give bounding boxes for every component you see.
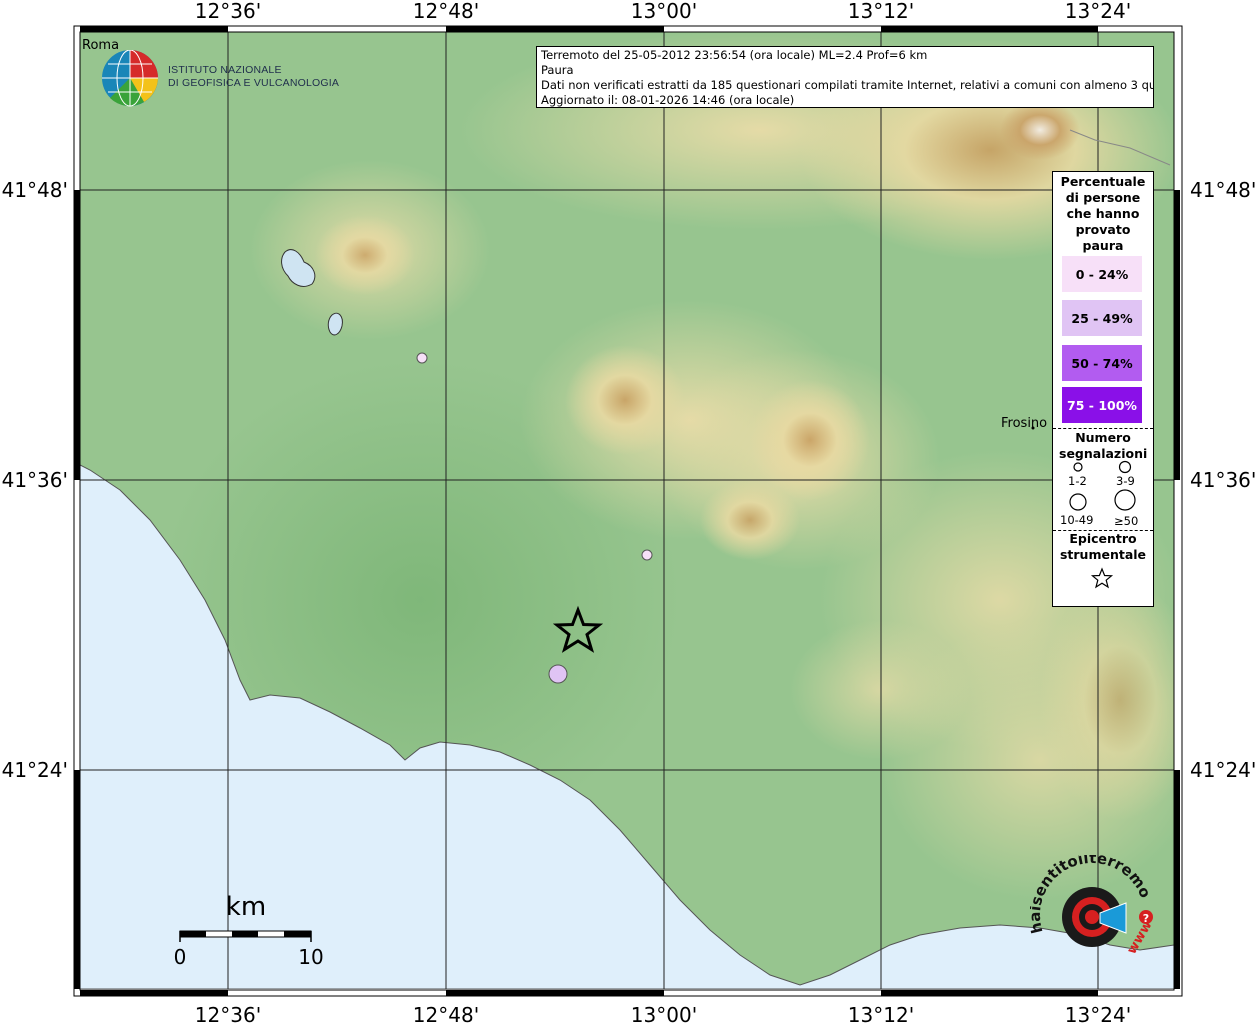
- place-frosinone: Frosino: [1001, 416, 1047, 431]
- lon-label: 12°48': [413, 0, 479, 23]
- count-label: 3-9: [1116, 474, 1135, 488]
- count-symbol-small: [1073, 462, 1083, 472]
- lon-label: 12°36': [195, 1003, 261, 1024]
- lat-label: 41°48': [1190, 178, 1255, 202]
- lon-label: 13°24': [1065, 1003, 1131, 1024]
- epicenter-legend-star-icon: [1090, 567, 1114, 589]
- lat-label: 41°24': [2, 758, 68, 782]
- scale-bar-segment: [180, 931, 206, 937]
- lon-labels-top: 12°36' 12°48' 13°00' 13°12' 13°24': [195, 0, 1131, 23]
- scale-start: 0: [174, 945, 187, 969]
- ingv-logo-text: ISTITUTO NAZIONALE DI GEOFISICA E VULCAN…: [168, 64, 339, 90]
- intensity-point: [641, 549, 653, 561]
- frame-bar: [1174, 770, 1180, 989]
- terrain-mountains-ernici-south: [700, 480, 800, 560]
- legend: Percentuale di persone che hanno provato…: [1052, 171, 1154, 607]
- scale-unit: km: [226, 892, 266, 922]
- lat-label: 41°24': [1190, 758, 1255, 782]
- count-label: ≥50: [1114, 514, 1139, 528]
- legend-class-label: 0 - 24%: [1075, 266, 1129, 282]
- scale-bar-segment: [232, 931, 258, 937]
- legend-class-3: 75 - 100%: [1062, 387, 1142, 423]
- epicenter-title: Epicentro strumentale: [1059, 531, 1147, 562]
- lat-label: 41°48': [2, 178, 68, 202]
- legend-separator: [1053, 428, 1153, 429]
- frame-bar: [446, 26, 664, 32]
- lon-label: 13°12': [848, 1003, 914, 1024]
- hai-sentito-logo: haisentitoilterremoto.it www ?: [1030, 855, 1155, 957]
- question-mark: ?: [1143, 912, 1149, 925]
- intensity-point: [416, 352, 428, 364]
- terrain-mountains-ernici: [750, 380, 870, 500]
- frame-bar: [74, 770, 80, 989]
- legend-class-1: 25 - 49%: [1062, 300, 1142, 336]
- frame-bar: [74, 190, 80, 480]
- frame-bar: [881, 990, 1098, 996]
- lon-label: 12°48': [413, 1003, 479, 1024]
- lon-label: 12°36': [195, 0, 261, 23]
- legend-class-2: 50 - 74%: [1062, 345, 1142, 381]
- count-symbol-xlarge: [1114, 489, 1136, 511]
- updated-at: Aggiornato il: 08-01-2026 14:46 (ora loc…: [541, 93, 795, 107]
- scale-bar-segment: [284, 931, 311, 937]
- terrain-peak-northeast: [1000, 100, 1080, 160]
- hai-sentito-www: www: [1124, 918, 1155, 957]
- event-info-box: Terremoto del 25-05-2012 23:56:54 (ora l…: [536, 46, 1154, 108]
- scale-end: 10: [298, 945, 323, 969]
- frame-bar: [80, 990, 228, 996]
- legend-class-label: 50 - 74%: [1071, 355, 1133, 371]
- terrain-hills-alban-core: [315, 215, 415, 295]
- target-center: [1085, 910, 1099, 924]
- legend-class-label: 75 - 100%: [1067, 397, 1137, 413]
- intensity-point: [548, 664, 568, 684]
- count-label: 10-49: [1060, 513, 1094, 527]
- frame-bar: [446, 990, 664, 996]
- lon-label: 13°00': [631, 0, 697, 23]
- legend-title: Percentuale di persone che hanno provato…: [1060, 174, 1146, 253]
- lat-label: 41°36': [2, 468, 68, 492]
- lon-label: 13°12': [848, 0, 914, 23]
- count-symbols: [1069, 460, 1136, 511]
- legend-class-label: 25 - 49%: [1071, 310, 1133, 326]
- frame-bar: [881, 26, 1098, 32]
- lon-label: 13°00': [631, 1003, 697, 1024]
- legend-class-0: 0 - 24%: [1062, 256, 1142, 292]
- data-note: Dati non verificati estratti da 185 ques…: [541, 78, 1154, 92]
- frame-bar: [80, 26, 228, 32]
- lat-labels-right: 41°48' 41°36' 41°24': [1190, 178, 1255, 782]
- ingv-line2: DI GEOFISICA E VULCANOLOGIA: [168, 77, 340, 89]
- ingv-line1: ISTITUTO NAZIONALE: [168, 64, 282, 76]
- lat-label: 41°36': [1190, 468, 1255, 492]
- terrain: [80, 32, 1174, 989]
- lon-label: 13°24': [1065, 0, 1131, 23]
- frame-bar: [1174, 190, 1180, 480]
- count-symbol-large: [1069, 493, 1087, 511]
- lat-labels-left: 41°48' 41°36' 41°24': [2, 178, 68, 782]
- count-symbol-medium: [1118, 460, 1132, 474]
- event-title: Terremoto del 25-05-2012 23:56:54 (ora l…: [541, 48, 928, 62]
- map-parameter: Paura: [541, 63, 574, 77]
- terrain-hills-ausoni: [790, 620, 970, 760]
- lon-labels-bottom: 12°36' 12°48' 13°00' 13°12' 13°24': [195, 1003, 1131, 1024]
- count-label: 1-2: [1068, 474, 1087, 488]
